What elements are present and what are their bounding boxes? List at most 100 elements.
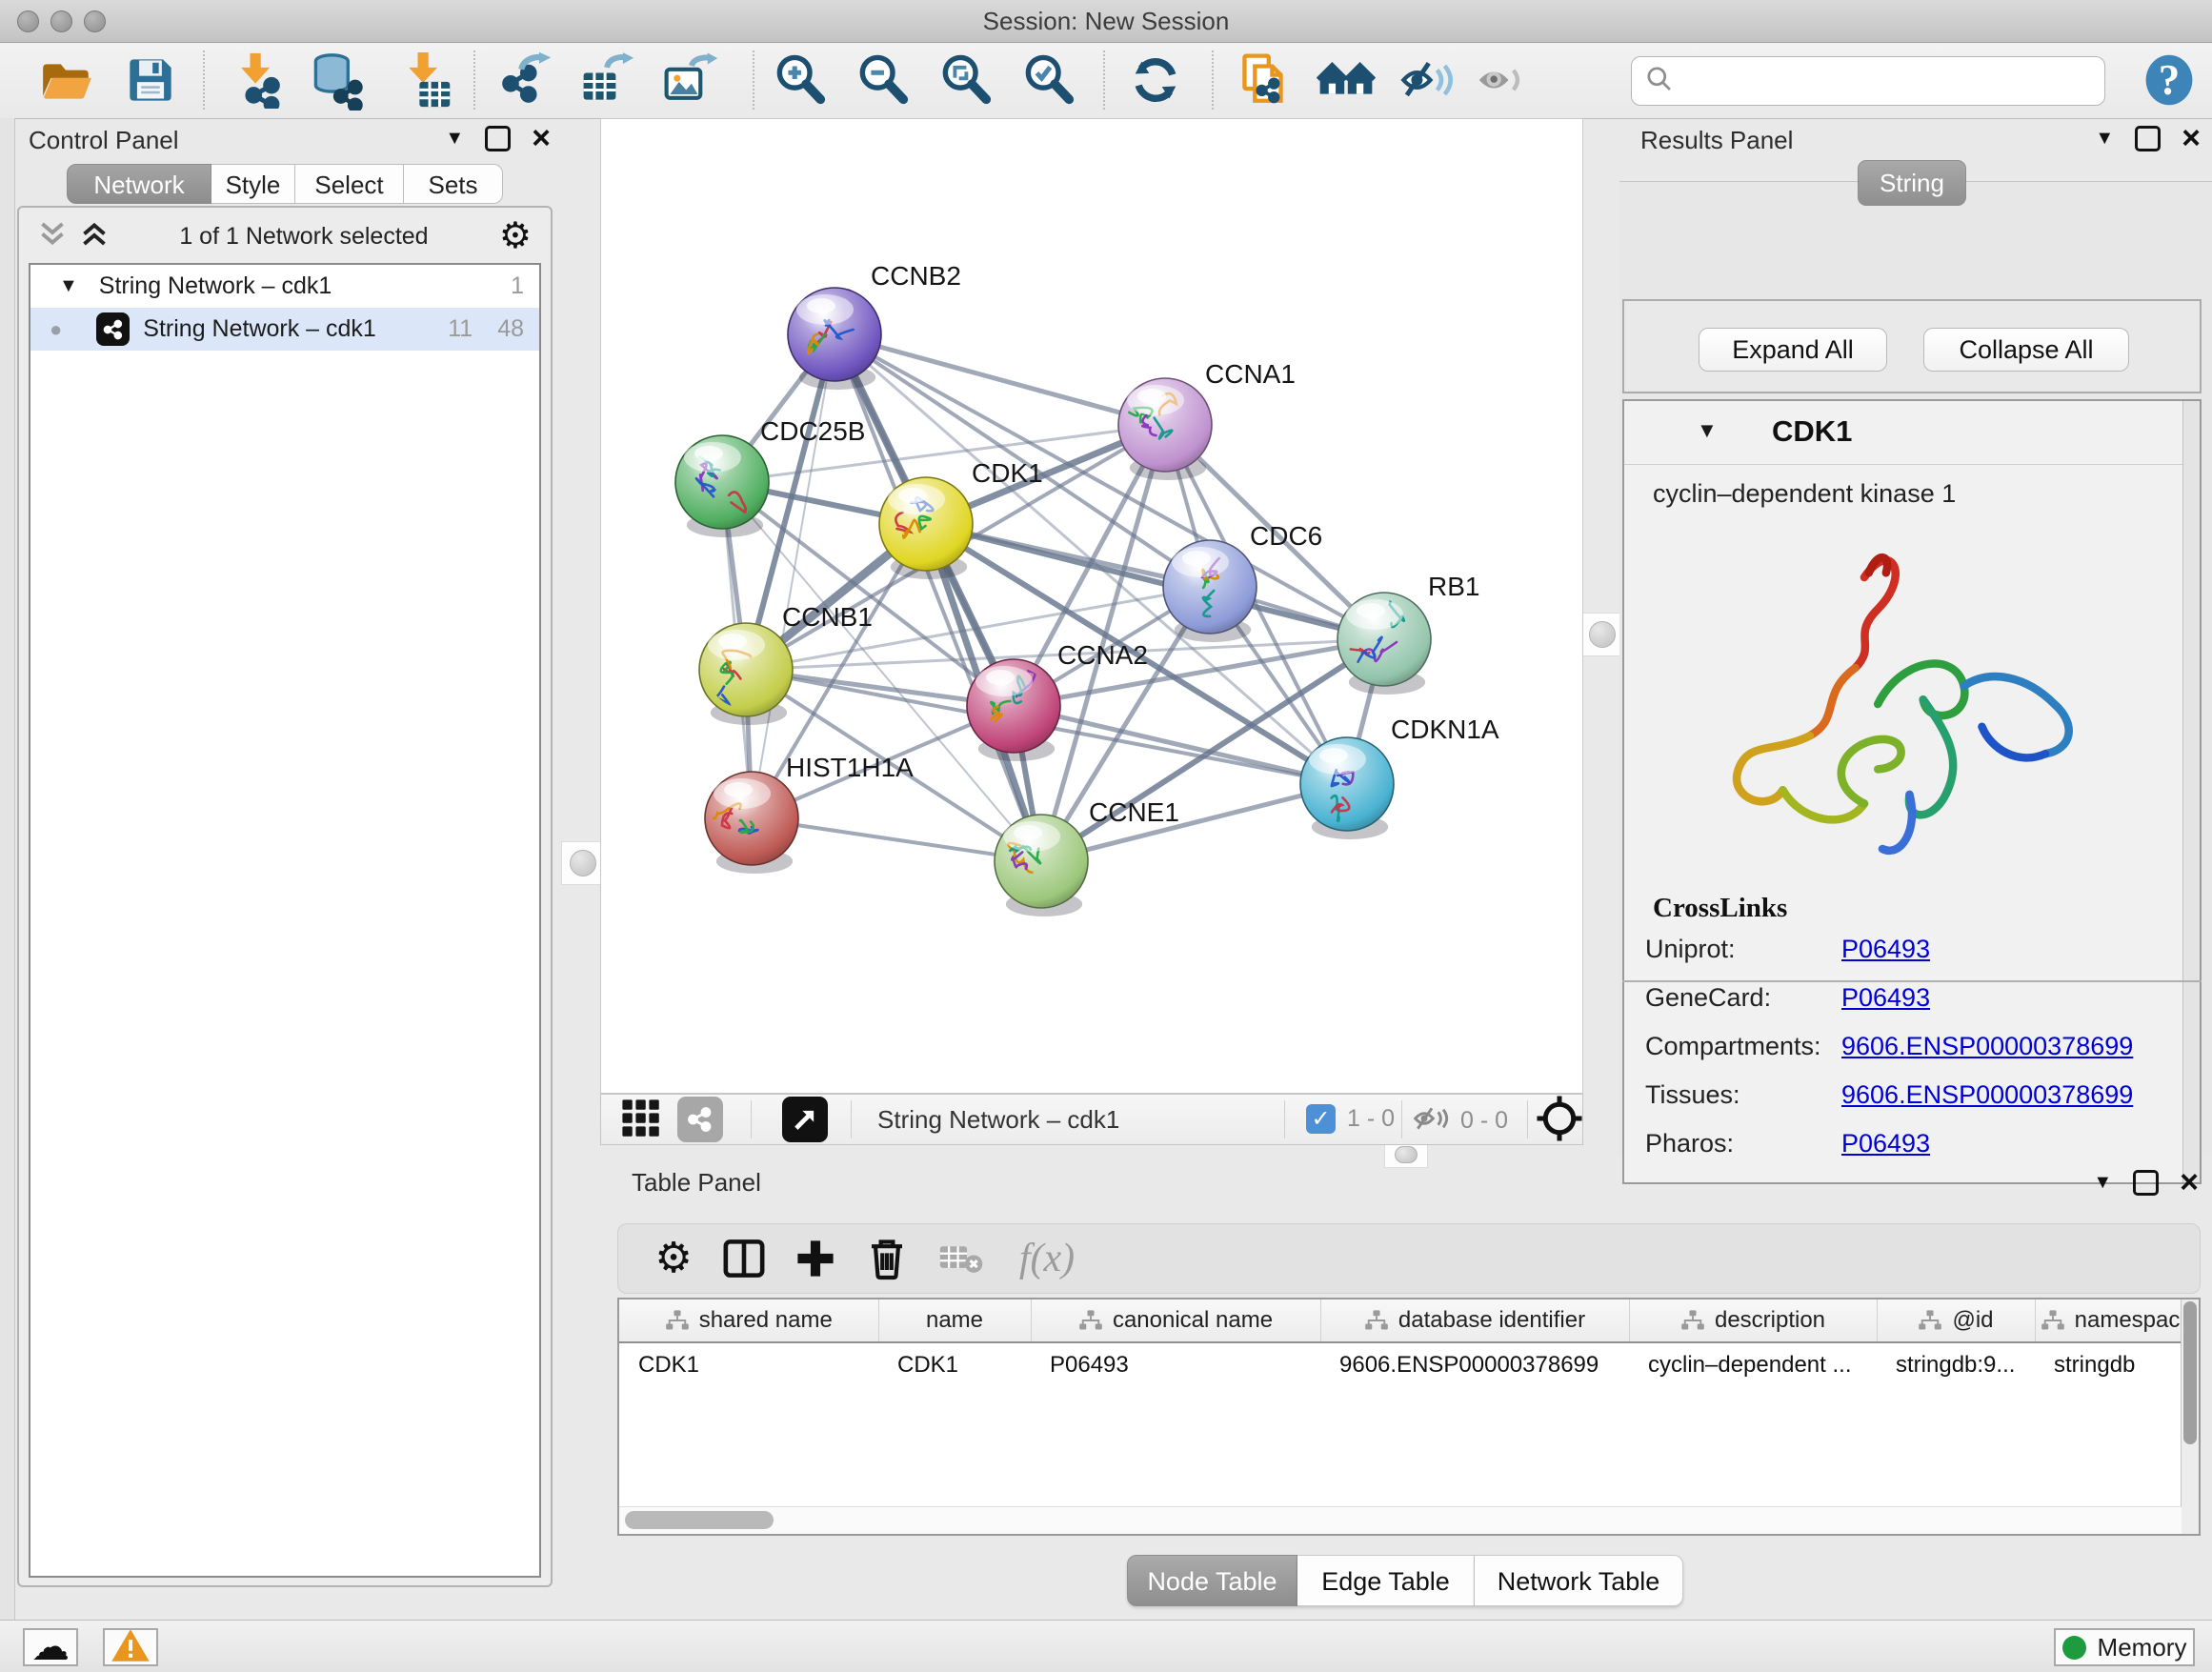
expand-all-networks-icon[interactable] [80,221,109,252]
tab-edge-table[interactable]: Edge Table [1297,1555,1475,1606]
search-input[interactable] [1683,61,2104,101]
selected-checkbox-icon[interactable]: ✓ [1306,1104,1336,1134]
table-panel-close-icon[interactable]: × [2180,1173,2199,1192]
help-icon[interactable]: ? [2139,50,2200,111]
network-node-HIST1H1A[interactable] [705,772,798,874]
open-session-icon[interactable] [36,50,97,111]
crosslink-label: Tissues: [1645,1080,1740,1110]
network-node-CCNA2[interactable] [967,659,1060,761]
protein-expand-icon[interactable]: ▼ [1697,418,1718,443]
table-row[interactable]: CDK1CDK1P064939606.ENSP00000378699cyclin… [619,1342,2185,1387]
collapse-all-networks-icon[interactable] [38,221,67,252]
cell-description[interactable]: cyclin–dependent ... [1629,1342,1877,1387]
crosslink-compartments-link[interactable]: 9606.ENSP00000378699 [1841,1032,2133,1061]
crosslink-uniprot-link[interactable]: P06493 [1841,935,1930,964]
network-node-CCNB2[interactable] [788,288,881,390]
results-panel-close-icon[interactable]: × [2182,129,2201,148]
zoom-out-icon[interactable] [853,50,914,111]
crosslink-pharos-link[interactable]: P06493 [1841,1129,1930,1158]
network-options-gear-icon[interactable]: ⚙ [499,218,532,254]
memory-button[interactable]: Memory [2054,1628,2195,1666]
new-network-from-selection-icon[interactable] [1237,50,1297,111]
import-table-icon[interactable] [394,50,455,111]
expand-all-button[interactable]: Expand All [1699,328,1887,372]
network-row[interactable]: ● String Network – cdk1 11 48 [30,308,539,351]
fit-content-crosshair-icon[interactable] [1533,1092,1586,1145]
cell-shared-name[interactable]: CDK1 [619,1342,878,1387]
tab-select[interactable]: Select [295,164,404,204]
save-session-icon[interactable] [120,50,181,111]
control-panel-float-icon[interactable] [485,126,511,151]
column-header-name[interactable]: name [878,1299,1031,1342]
control-panel-close-icon[interactable]: × [532,129,551,148]
collapse-all-button[interactable]: Collapse All [1923,328,2129,372]
warnings-button[interactable] [103,1628,158,1666]
crosslink-tissues-link[interactable]: 9606.ENSP00000378699 [1841,1080,2133,1110]
network-collection-row[interactable]: ▼ String Network – cdk1 1 [30,265,539,308]
zoom-fit-icon[interactable] [935,50,996,111]
collection-expand-icon[interactable]: ▼ [59,275,78,297]
network-node-RB1[interactable] [1337,593,1431,695]
cell-canonical-name[interactable]: P06493 [1031,1342,1320,1387]
refresh-view-icon[interactable] [1125,50,1186,111]
network-canvas[interactable]: CCNB2CCNA1CDC25BCDK1CDC6RB1CCNB1CCNA2CDK… [600,118,1583,1094]
table-panel-float-icon[interactable] [2133,1170,2159,1196]
import-network-icon[interactable] [227,50,288,111]
export-table-icon[interactable] [576,50,637,111]
zoom-in-icon[interactable] [770,50,831,111]
network-node-CCNA1[interactable] [1118,378,1212,480]
network-node-CDKN1A[interactable] [1300,737,1394,839]
left-splitter-handle[interactable] [561,841,605,885]
table-vertical-scrollbar[interactable] [2181,1299,2199,1534]
results-scrollbar[interactable] [2182,401,2200,1182]
column-type-icon [1364,1309,1389,1332]
fullscreen-view-icon[interactable] [782,1097,828,1142]
results-panel-collapse-icon[interactable]: ▼ [2095,128,2114,150]
protein-section-header[interactable]: ▼ CDK1 [1624,401,2200,465]
cell-namespac[interactable]: stringdb [2035,1342,2185,1387]
column-header--id[interactable]: @id [1877,1299,2035,1342]
cloud-status-button[interactable]: ☁ [23,1628,78,1666]
tab-style[interactable]: Style [211,164,295,204]
column-header-shared-name[interactable]: shared name [619,1299,878,1342]
show-all-eye-icon[interactable] [1470,50,1531,111]
network-node-CDC25B[interactable] [675,435,769,537]
control-panel-collapse-icon[interactable]: ▼ [445,128,464,150]
column-header-database-identifier[interactable]: database identifier [1320,1299,1629,1342]
tab-string[interactable]: String [1858,160,1966,206]
show-columns-icon[interactable] [715,1224,773,1293]
network-node-CDK1[interactable] [879,477,973,579]
tab-sets[interactable]: Sets [404,164,503,204]
export-network-icon[interactable] [494,50,555,111]
control-panel-title: Control Panel [29,126,179,155]
delete-column-icon[interactable] [858,1224,915,1293]
column-header-namespac[interactable]: namespac [2035,1299,2185,1342]
cell-database-identifier[interactable]: 9606.ENSP00000378699 [1320,1342,1629,1387]
column-header-canonical-name[interactable]: canonical name [1031,1299,1320,1342]
table-horizontal-scrollbar[interactable] [619,1506,2182,1534]
results-panel-float-icon[interactable] [2135,126,2161,151]
tab-node-table[interactable]: Node Table [1127,1555,1297,1606]
zoom-selected-icon[interactable] [1018,50,1079,111]
table-settings-gear-icon[interactable]: ⚙ [645,1224,702,1293]
birds-eye-grid-icon[interactable] [614,1092,668,1145]
first-neighbors-icon[interactable] [1316,50,1377,111]
network-node-CCNE1[interactable] [995,815,1088,917]
table-panel-collapse-icon[interactable]: ▼ [2093,1172,2112,1194]
add-column-icon[interactable] [787,1224,844,1293]
column-header-description[interactable]: description [1629,1299,1877,1342]
cell--id[interactable]: stringdb:9... [1877,1342,2035,1387]
search-box[interactable] [1631,56,2105,106]
export-image-icon[interactable] [659,50,720,111]
right-splitter-handle[interactable] [1580,613,1624,656]
hide-selected-eye-icon[interactable] [1397,50,1458,111]
cell-name[interactable]: CDK1 [878,1342,1031,1387]
tab-network[interactable]: Network [67,164,211,204]
tab-network-table[interactable]: Network Table [1475,1555,1683,1606]
network-node-CDC6[interactable] [1163,540,1257,642]
import-network-database-icon[interactable] [307,50,368,111]
delete-table-icon [932,1224,989,1293]
network-overview-icon[interactable] [677,1097,723,1142]
node-label-HIST1H1A: HIST1H1A [786,753,914,782]
network-node-CCNB1[interactable] [699,623,793,725]
